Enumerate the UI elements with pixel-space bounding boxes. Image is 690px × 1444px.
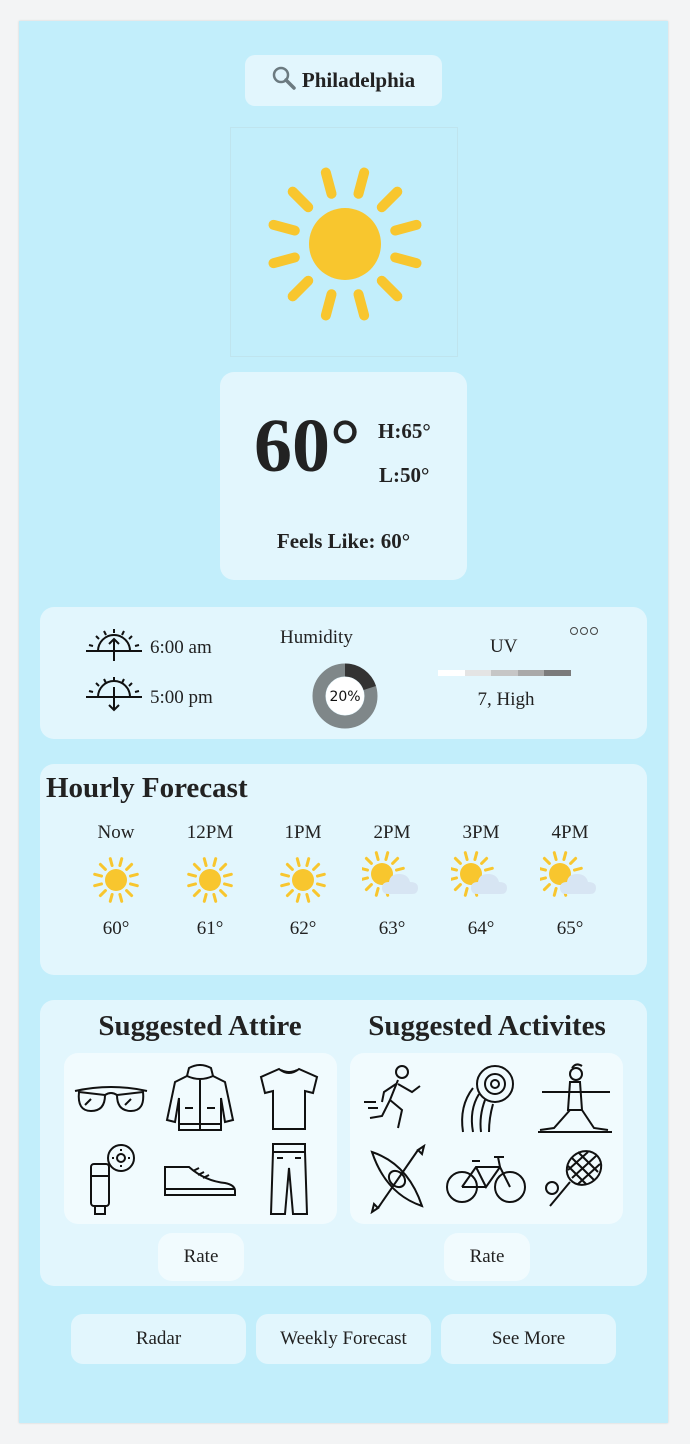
hour-temperature: 64° [467, 918, 495, 939]
humidity-gauge: 20% [312, 663, 378, 729]
partly-cloudy-icon [540, 851, 596, 897]
high-temperature: H:65° [378, 419, 431, 443]
radar-button[interactable]: Radar [71, 1314, 246, 1364]
sun-icon [93, 857, 139, 903]
weather-app: Philadelphia 60° H:65° L:50° Feels Like:… [19, 21, 668, 1423]
humidity-title: Humidity [280, 627, 353, 648]
rate-attire-button[interactable]: Rate [158, 1233, 244, 1281]
sun-icon [187, 857, 233, 903]
hour-time: 2PM [373, 822, 411, 843]
current-temp-card: 60° H:65° L:50° Feels Like: 60° [220, 372, 467, 580]
city-name: Philadelphia [301, 68, 416, 92]
attire-title: Suggested Attire [98, 1010, 302, 1042]
hour-column: 1PM 62° [268, 822, 338, 940]
hour-column: 2PM 63° [357, 822, 427, 940]
hour-column: 12PM 61° [175, 822, 245, 940]
current-temperature: 60° [254, 404, 361, 488]
sunglasses-icon [66, 1059, 156, 1139]
sunrise-time: 6:00 am [150, 637, 212, 658]
sunset-icon [84, 677, 144, 719]
attire-panel [64, 1053, 337, 1224]
hour-temperature: 62° [289, 918, 317, 939]
partly-cloudy-icon [451, 851, 507, 897]
sun-icon [268, 167, 422, 321]
uv-value: 7, High [477, 689, 535, 710]
activities-title: Suggested Activites [368, 1010, 606, 1042]
activities-panel [350, 1053, 623, 1224]
kayak-icon [352, 1139, 442, 1219]
hour-temperature: 60° [102, 918, 130, 939]
jeans-icon [244, 1139, 334, 1219]
feels-like: Feels Like: 60° [276, 529, 411, 553]
frisbee-icon [441, 1059, 531, 1139]
hour-column: 4PM 65° [535, 822, 605, 940]
weekly-forecast-button[interactable]: Weekly Forecast [256, 1314, 431, 1364]
uv-title: UV [490, 636, 518, 657]
humidity-value: 20% [329, 689, 360, 705]
conditions-card: 6:00 am 5:00 pm Humidity 20% UV 7, High [40, 607, 647, 739]
hour-temperature: 65° [556, 918, 584, 939]
sun-icon [280, 857, 326, 903]
city-search-button[interactable]: Philadelphia [245, 55, 442, 106]
hourly-forecast-title: Hourly Forecast [46, 772, 248, 804]
search-icon [272, 66, 296, 95]
sunrise-row: 6:00 am [84, 627, 212, 669]
jacket-icon [155, 1059, 245, 1139]
sunset-time: 5:00 pm [150, 687, 213, 708]
suggestions-card: Suggested Attire Suggested Activites Rat… [40, 1000, 647, 1286]
uv-segment [438, 670, 465, 676]
uv-segment [544, 670, 571, 676]
yoga-icon [530, 1059, 620, 1139]
rate-activities-button[interactable]: Rate [444, 1233, 530, 1281]
uv-scale-bar [438, 670, 571, 676]
hour-time: 1PM [284, 822, 322, 843]
hour-time: 3PM [462, 822, 500, 843]
current-weather-icon-frame [230, 127, 458, 357]
uv-segment [491, 670, 518, 676]
hour-column: 3PM 64° [446, 822, 516, 940]
tennis-icon [530, 1139, 620, 1219]
sneaker-icon [155, 1139, 245, 1219]
hour-column: Now 60° [81, 822, 151, 940]
hour-time: 4PM [551, 822, 589, 843]
bicycle-icon [441, 1139, 531, 1219]
uv-segment [517, 670, 545, 676]
running-icon [352, 1059, 442, 1139]
sunset-row: 5:00 pm [84, 677, 213, 719]
hourly-forecast-card: Hourly Forecast Now 60° 12PM 61° 1PM 62° 2PM 63… [40, 764, 647, 975]
hour-time: Now [97, 822, 135, 843]
sunscreen-icon [66, 1139, 156, 1219]
more-options-icon[interactable] [570, 627, 598, 635]
low-temperature: L:50° [379, 463, 430, 487]
hour-temperature: 61° [196, 918, 224, 939]
hour-temperature: 63° [378, 918, 406, 939]
hour-time: 12PM [186, 822, 234, 843]
see-more-button[interactable]: See More [441, 1314, 616, 1364]
uv-segment [464, 670, 492, 676]
tshirt-icon [244, 1059, 334, 1139]
sunrise-icon [84, 627, 144, 669]
partly-cloudy-icon [362, 851, 418, 897]
